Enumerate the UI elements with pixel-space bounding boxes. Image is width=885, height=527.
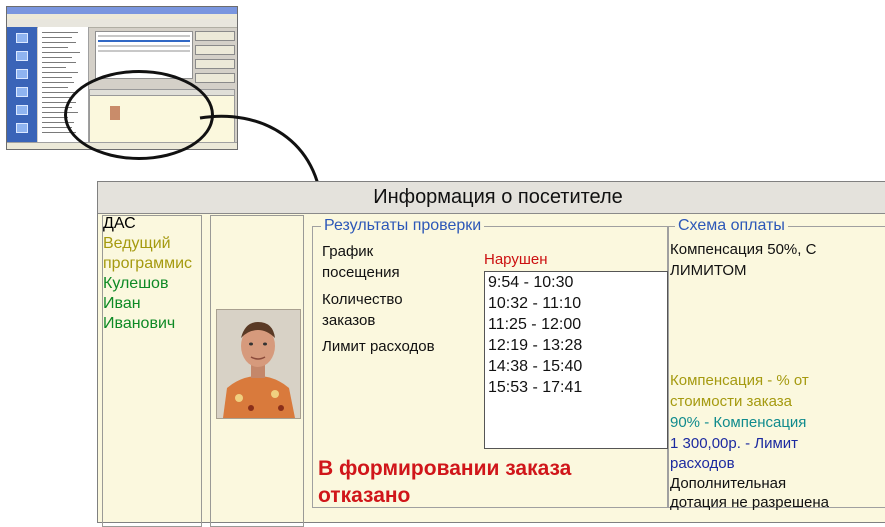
- panel-title: Информация о посетителе: [98, 182, 885, 214]
- extra-subsidy-line-2: дотация не разрешена: [670, 494, 829, 511]
- extra-subsidy-line-1: Дополнительная: [670, 475, 787, 492]
- schedule-label-2: посещения: [322, 264, 400, 281]
- schedule-status: Нарушен: [484, 251, 548, 268]
- first-name: Иван: [103, 295, 141, 312]
- orders-label-2: заказов: [322, 312, 376, 329]
- percent-label-2: стоимости заказа: [670, 393, 792, 410]
- list-item[interactable]: 10:32 - 11:10: [485, 293, 667, 314]
- limit-value-suffix: расходов: [670, 455, 735, 472]
- compensation-line-1: Компенсация 50%, С: [670, 241, 817, 258]
- list-item[interactable]: 15:53 - 17:41: [485, 377, 667, 398]
- order-refusal-message: В формировании заказа отказано: [318, 455, 571, 509]
- position-line-2: программис: [103, 255, 193, 272]
- limit-label: Лимит расходов: [322, 338, 435, 355]
- list-item[interactable]: 12:19 - 13:28: [485, 335, 667, 356]
- patronymic: Иванович: [103, 315, 176, 332]
- check-results-legend: Результаты проверки: [321, 215, 485, 237]
- visitor-photo: [216, 309, 301, 419]
- visitor-name-block: ДАС Ведущий программис Кулешов Иван Иван…: [103, 214, 192, 334]
- limit-value: 1 300,00р. - Лимит: [670, 435, 799, 452]
- list-item[interactable]: 14:38 - 15:40: [485, 356, 667, 377]
- surname: Кулешов: [103, 275, 169, 292]
- position-line-1: Ведущий: [103, 235, 171, 252]
- list-item[interactable]: 11:25 - 12:00: [485, 314, 667, 335]
- list-item[interactable]: 9:54 - 10:30: [485, 272, 667, 293]
- org-code: ДАС: [103, 215, 136, 232]
- schedule-label-1: График: [322, 243, 374, 260]
- person-photo-icon: [217, 310, 300, 418]
- percent-label-1: Компенсация - % от: [670, 372, 809, 389]
- visit-time-list[interactable]: 9:54 - 10:30 10:32 - 11:10 11:25 - 12:00…: [484, 271, 668, 449]
- compensation-value: 90% - Компенсация: [670, 414, 807, 431]
- payment-scheme-legend: Схема оплаты: [675, 215, 788, 237]
- refusal-line-2: отказано: [318, 484, 411, 507]
- refusal-line-1: В формировании заказа: [318, 457, 572, 480]
- compensation-line-2: ЛИМИТОМ: [670, 262, 747, 279]
- orders-label-1: Количество: [322, 291, 403, 308]
